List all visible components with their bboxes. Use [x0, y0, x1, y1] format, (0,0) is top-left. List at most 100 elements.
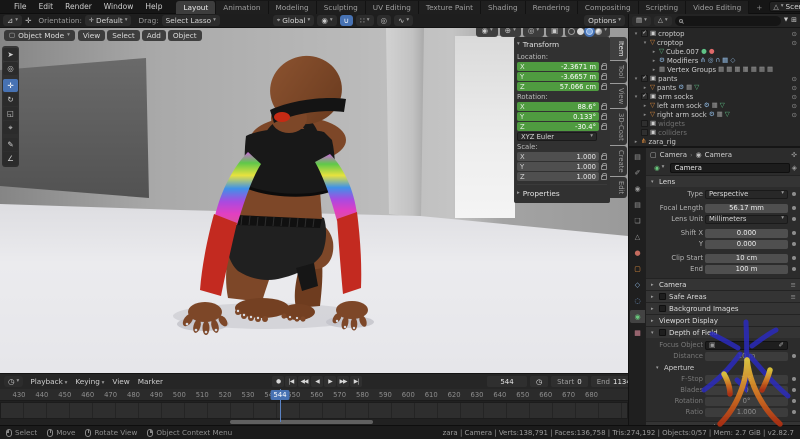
orientation-dropdown[interactable]: ✛ Default ▾: [85, 15, 131, 26]
properties-tab-view-layer[interactable]: ❏: [630, 214, 645, 227]
pin-icon[interactable]: ✜: [791, 151, 797, 159]
outliner-row-croptop[interactable]: ▾✓▣croptop⊙: [629, 29, 800, 38]
outliner-row-croptop[interactable]: ▾▽croptop⊙: [629, 38, 800, 47]
menu-edit[interactable]: Edit: [33, 2, 60, 11]
menu-render[interactable]: Render: [59, 2, 98, 11]
playback-jump-end-button[interactable]: ▶|: [350, 376, 362, 387]
workspace-tab-video-editing[interactable]: Video Editing: [686, 1, 749, 14]
outliner-row-pants[interactable]: ▸▽pants⚙▦▽⊙: [629, 83, 800, 92]
menu-window[interactable]: Window: [98, 2, 140, 11]
expand-caret[interactable]: ▾: [633, 31, 639, 37]
properties-tab-texture[interactable]: ▦: [630, 326, 645, 339]
animate-dot[interactable]: [792, 231, 796, 235]
expand-caret[interactable]: ▾: [642, 40, 648, 46]
eyedropper-icon[interactable]: ✐: [779, 341, 784, 349]
overlays-dropdown[interactable]: ◎ ▾: [523, 28, 544, 37]
expand-caret[interactable]: ▸: [651, 49, 657, 55]
new-collection-icon[interactable]: ⊞: [791, 17, 797, 24]
filter-icon[interactable]: ▼: [784, 18, 788, 24]
drag-mode-dropdown[interactable]: Select Lasso ▾: [162, 15, 220, 26]
viewport-menu-add[interactable]: Add: [142, 30, 166, 41]
lock-icon[interactable]: [601, 175, 607, 180]
outliner-row-zara-rig[interactable]: ▸⋔zara_rig: [629, 137, 800, 146]
frame-ruler[interactable]: 4304404504604704804905005105205305405505…: [0, 389, 628, 401]
expand-caret[interactable]: ▸: [642, 112, 648, 118]
distance-field[interactable]: 10 m: [705, 352, 788, 361]
eye-icon[interactable]: ⊙: [792, 39, 797, 47]
expand-caret[interactable]: ▸: [651, 67, 657, 73]
timeline-menu-keying[interactable]: Keying ▾: [71, 377, 108, 387]
current-frame-field[interactable]: 544: [487, 376, 527, 387]
animate-dot[interactable]: [792, 388, 796, 392]
proportional-edit-toggle[interactable]: ◎: [377, 15, 392, 26]
playback-play-reverse-button[interactable]: ◀: [311, 376, 323, 387]
panel-header-viewport-display[interactable]: ▸Viewport Display: [646, 315, 800, 326]
eye-icon[interactable]: ⊙: [792, 84, 797, 92]
blades-field[interactable]: 0: [705, 386, 788, 395]
properties-tab-object[interactable]: ▢: [630, 262, 645, 275]
options-button[interactable]: Options ▾: [584, 15, 625, 26]
mode-dropdown[interactable]: ▢ Object Mode ▾: [4, 30, 75, 41]
collection-checkbox[interactable]: [641, 120, 648, 127]
playback-play-button[interactable]: ▶: [324, 376, 336, 387]
panel-header-safe-areas[interactable]: ▸Safe Areas≡: [646, 291, 800, 302]
panel-checkbox[interactable]: [659, 305, 666, 312]
falloff-dropdown[interactable]: ∿ ▾: [394, 15, 413, 26]
timeline-menu-view[interactable]: View: [108, 377, 133, 387]
animate-dot[interactable]: [792, 267, 796, 271]
location-z-field[interactable]: Z57.066 cm: [517, 82, 599, 91]
outliner-row-widgets[interactable]: ▣widgets: [629, 119, 800, 128]
viewport-menu-view[interactable]: View: [78, 30, 105, 41]
panel-header-lens[interactable]: ▾Lens: [646, 176, 800, 187]
scale-z-field[interactable]: Z1.000: [517, 172, 599, 181]
measure-tool-icon[interactable]: ∠: [3, 152, 18, 165]
outliner-row-left-arm-sock[interactable]: ▸▽left arm sock⚙▦▽⊙: [629, 101, 800, 110]
lock-icon[interactable]: [601, 65, 607, 70]
eye-icon[interactable]: ⊙: [792, 111, 797, 119]
outliner-row-vertex-groups[interactable]: ▸▦Vertex Groups▦▦▦▦▦▦▦: [629, 65, 800, 74]
sidebar-tab-view[interactable]: View: [610, 84, 627, 108]
lock-icon[interactable]: [601, 105, 607, 110]
timeline-editor-type-selector[interactable]: ◷ ▾: [4, 376, 23, 387]
rendered-shading-button[interactable]: [595, 28, 602, 35]
lock-icon[interactable]: [601, 115, 607, 120]
outliner-editor-type-selector[interactable]: ▤ ▾: [632, 16, 651, 26]
panel-checkbox[interactable]: [659, 293, 666, 300]
expand-caret[interactable]: ▸: [633, 139, 639, 145]
rotation-mode-dropdown[interactable]: XYZ Euler ▾: [517, 132, 597, 141]
workspace-tab-rendering[interactable]: Rendering: [526, 1, 578, 14]
lens-unit-dropdown[interactable]: Millimeters▾: [705, 215, 788, 224]
rotation-x-field[interactable]: X88.6°: [517, 102, 599, 111]
wireframe-shading-button[interactable]: [568, 28, 575, 35]
panel-header-depth-of-field[interactable]: ▾Depth of Field: [646, 327, 800, 338]
datablock-name-field[interactable]: Camera: [670, 163, 789, 173]
playback-record-button[interactable]: ●: [272, 376, 284, 387]
properties-tab-physics[interactable]: ◌: [630, 294, 645, 307]
eye-icon[interactable]: ⊙: [792, 102, 797, 110]
workspace-tab-shading[interactable]: Shading: [481, 1, 526, 14]
workspace-tab-scripting[interactable]: Scripting: [639, 1, 686, 14]
frame-start-field[interactable]: Start 0: [551, 376, 588, 387]
collection-checkbox[interactable]: ✓: [641, 30, 648, 37]
f-stop-field[interactable]: 2.8: [705, 375, 788, 384]
scale-x-field[interactable]: X1.000: [517, 152, 599, 161]
location-x-field[interactable]: X-2.3671 m: [517, 62, 599, 71]
focus-object-field[interactable]: ▣✐: [705, 341, 788, 350]
solid-shading-button[interactable]: [577, 28, 584, 35]
expand-caret[interactable]: ▾: [633, 94, 639, 100]
timeline-scrollbar[interactable]: [230, 420, 373, 424]
menu-help[interactable]: Help: [139, 2, 168, 11]
outliner-row-pants[interactable]: ▾✓▣pants⊙: [629, 74, 800, 83]
workspace-tab-sculpting[interactable]: Sculpting: [317, 1, 366, 14]
outliner-row-modifiers[interactable]: ▸⚙Modifiers⋔◎∩▦◇: [629, 56, 800, 65]
xray-toggle[interactable]: ▣: [546, 28, 563, 37]
current-frame-badge[interactable]: 544: [271, 390, 290, 400]
properties-tab-output[interactable]: ▤: [630, 198, 645, 211]
editor-type-selector[interactable]: ⊿ ▾: [3, 15, 22, 26]
camera-data-selector[interactable]: ◉ ▾: [650, 163, 668, 173]
breadcrumb-item[interactable]: Camera: [705, 151, 732, 159]
transform-panel-header[interactable]: ▾ Transform: [517, 39, 607, 51]
properties-tab-constraints[interactable]: ◇: [630, 278, 645, 291]
sidebar-tab-edit[interactable]: Edit: [610, 177, 627, 198]
animate-dot[interactable]: [792, 192, 796, 196]
